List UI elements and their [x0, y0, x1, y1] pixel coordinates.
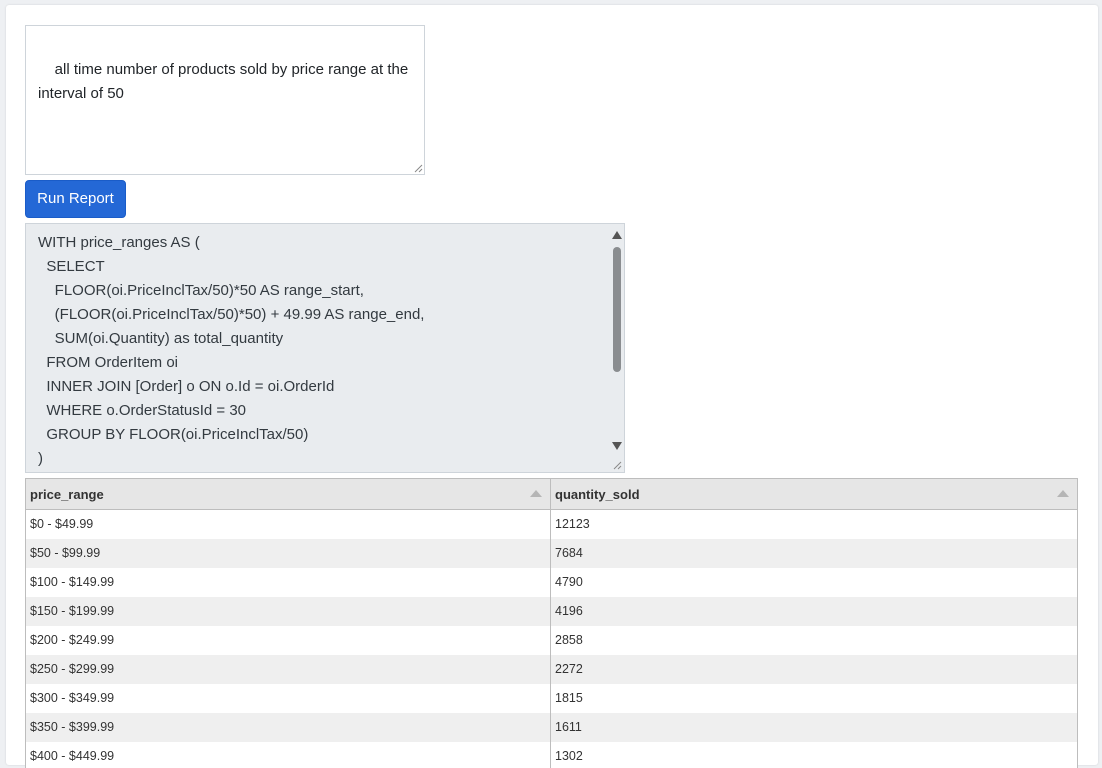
- resize-handle-icon[interactable]: [613, 461, 622, 470]
- table-row[interactable]: $50 - $99.997684: [26, 539, 1077, 568]
- sort-ascending-icon[interactable]: [530, 490, 542, 497]
- report-prompt-textarea[interactable]: all time number of products sold by pric…: [25, 25, 425, 175]
- cell-quantity-sold: 12123: [551, 510, 1078, 539]
- cell-quantity-sold: 4196: [551, 597, 1078, 626]
- cell-price-range: $250 - $299.99: [26, 655, 551, 684]
- sort-ascending-icon[interactable]: [1057, 490, 1069, 497]
- cell-quantity-sold: 1302: [551, 742, 1078, 768]
- cell-quantity-sold: 1815: [551, 684, 1078, 713]
- cell-price-range: $0 - $49.99: [26, 510, 551, 539]
- cell-price-range: $50 - $99.99: [26, 539, 551, 568]
- column-header-label: price_range: [30, 487, 104, 502]
- prompt-text: all time number of products sold by pric…: [38, 61, 412, 102]
- cell-price-range: $200 - $249.99: [26, 626, 551, 655]
- resize-handle-icon[interactable]: [414, 164, 423, 173]
- cell-price-range: $150 - $199.99: [26, 597, 551, 626]
- run-report-button[interactable]: Run Report: [25, 180, 126, 218]
- cell-quantity-sold: 2858: [551, 626, 1078, 655]
- results-table: price_range quantity_sold $0 - $49.99121…: [25, 478, 1078, 768]
- table-header-row: price_range quantity_sold: [26, 479, 1077, 510]
- table-row[interactable]: $400 - $449.991302: [26, 742, 1077, 768]
- table-row[interactable]: $350 - $399.991611: [26, 713, 1077, 742]
- cell-quantity-sold: 1611: [551, 713, 1078, 742]
- table-row[interactable]: $150 - $199.994196: [26, 597, 1077, 626]
- table-row[interactable]: $0 - $49.9912123: [26, 510, 1077, 539]
- column-header-label: quantity_sold: [555, 487, 640, 502]
- cell-price-range: $350 - $399.99: [26, 713, 551, 742]
- column-header-price-range[interactable]: price_range: [26, 479, 551, 510]
- cell-price-range: $400 - $449.99: [26, 742, 551, 768]
- sql-query-textarea[interactable]: WITH price_ranges AS ( SELECT FLOOR(oi.P…: [25, 223, 625, 473]
- table-row[interactable]: $100 - $149.994790: [26, 568, 1077, 597]
- table-row[interactable]: $300 - $349.991815: [26, 684, 1077, 713]
- scrollbar-thumb[interactable]: [613, 247, 621, 372]
- report-card: all time number of products sold by pric…: [6, 5, 1098, 765]
- column-header-quantity-sold[interactable]: quantity_sold: [551, 479, 1078, 510]
- cell-price-range: $100 - $149.99: [26, 568, 551, 597]
- table-row[interactable]: $200 - $249.992858: [26, 626, 1077, 655]
- table-row[interactable]: $250 - $299.992272: [26, 655, 1077, 684]
- cell-quantity-sold: 2272: [551, 655, 1078, 684]
- cell-price-range: $300 - $349.99: [26, 684, 551, 713]
- scroll-up-arrow-icon[interactable]: [612, 231, 622, 239]
- cell-quantity-sold: 4790: [551, 568, 1078, 597]
- cell-quantity-sold: 7684: [551, 539, 1078, 568]
- scroll-down-arrow-icon[interactable]: [612, 442, 622, 450]
- sql-scrollbar[interactable]: [609, 224, 624, 472]
- sql-query-text: WITH price_ranges AS ( SELECT FLOOR(oi.P…: [38, 231, 604, 471]
